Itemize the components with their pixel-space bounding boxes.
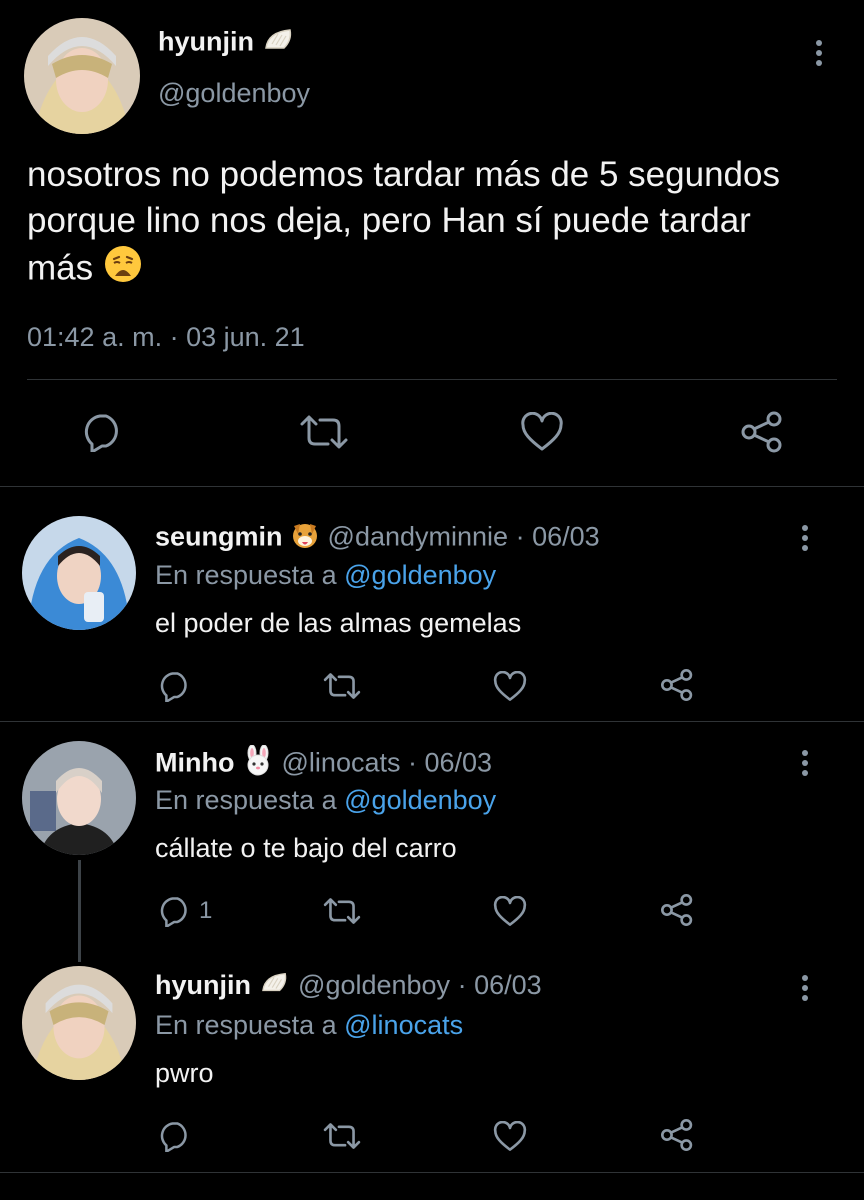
reply-avatar-seungmin[interactable]: [22, 516, 136, 630]
more-options-icon[interactable]: [801, 750, 809, 780]
reply-display-name[interactable]: hyunjin: [155, 970, 251, 1000]
reply-context: En respuesta a @goldenboy: [155, 560, 496, 591]
like-icon[interactable]: [493, 671, 527, 702]
section-divider: [0, 486, 864, 487]
reply-text: pwro: [155, 1058, 214, 1088]
reply-to-mention[interactable]: @goldenboy: [344, 560, 496, 590]
rabbit-face-emoji-icon: [242, 744, 274, 784]
more-options-icon[interactable]: [815, 40, 823, 70]
reply-text: el poder de las almas gemelas: [155, 608, 522, 638]
reply-prefix: En respuesta a: [155, 560, 337, 590]
dumpling-emoji-icon: [262, 26, 296, 61]
main-tweet-text: nosotros no podemos tardar más de 5 segu…: [27, 152, 817, 296]
reply-prefix: En respuesta a: [155, 1010, 337, 1040]
more-options-icon[interactable]: [801, 525, 809, 555]
reply-avatar-hyunjin[interactable]: [22, 966, 136, 1080]
reply-handle[interactable]: @linocats: [282, 748, 401, 778]
like-icon[interactable]: [520, 412, 564, 452]
share-icon[interactable]: [740, 410, 784, 454]
main-handle[interactable]: @goldenboy: [158, 78, 310, 109]
share-icon[interactable]: [660, 1118, 694, 1152]
reply-header: Minho @linocats · 06/03: [155, 744, 492, 784]
reply-context: En respuesta a @linocats: [155, 1010, 463, 1041]
reply-icon[interactable]: [80, 412, 126, 452]
section-divider: [0, 721, 864, 722]
like-icon[interactable]: [493, 896, 527, 927]
reply-date[interactable]: · 06/03: [408, 748, 492, 778]
retweet-icon[interactable]: [322, 897, 362, 925]
reply-date[interactable]: · 06/03: [458, 970, 542, 1000]
reply-icon[interactable]: [157, 670, 193, 702]
main-display-name[interactable]: hyunjin: [158, 26, 296, 61]
retweet-icon[interactable]: [322, 672, 362, 700]
weary-face-emoji-icon: [103, 244, 143, 296]
reply-icon: [157, 895, 193, 927]
reply-header: hyunjin @goldenboy · 06/03: [155, 970, 542, 1003]
reply-button[interactable]: 1: [157, 895, 212, 927]
share-icon[interactable]: [660, 893, 694, 927]
reply-icon[interactable]: [157, 1120, 193, 1152]
display-name-text: hyunjin: [158, 26, 254, 57]
reply-to-mention[interactable]: @linocats: [344, 1010, 463, 1040]
reply-handle[interactable]: @dandyminnie: [328, 522, 509, 552]
reply-display-name[interactable]: Minho: [155, 748, 234, 778]
reply-avatar-minho[interactable]: [22, 741, 136, 855]
reply-date[interactable]: · 06/03: [516, 522, 600, 552]
reply-prefix: En respuesta a: [155, 785, 337, 815]
dumpling-emoji-icon: [259, 970, 291, 1003]
more-options-icon[interactable]: [801, 975, 809, 1005]
retweet-icon[interactable]: [298, 414, 350, 450]
reply-display-name[interactable]: seungmin: [155, 522, 283, 552]
reply-header: seungmin @dandyminnie · 06/03: [155, 520, 600, 557]
reply-context: En respuesta a @goldenboy: [155, 785, 496, 816]
main-timestamp[interactable]: 01:42 a. m. · 03 jun. 21: [27, 322, 305, 353]
retweet-icon[interactable]: [322, 1122, 362, 1150]
main-avatar[interactable]: [24, 18, 140, 134]
share-icon[interactable]: [660, 668, 694, 702]
reply-to-mention[interactable]: @goldenboy: [344, 785, 496, 815]
like-icon[interactable]: [493, 1121, 527, 1152]
section-divider: [0, 1172, 864, 1173]
main-timestamp-divider: [27, 379, 837, 380]
reply-handle[interactable]: @goldenboy: [298, 970, 450, 1000]
thread-connector-line: [78, 860, 81, 962]
reply-count: 1: [199, 897, 213, 924]
reply-text: cállate o te bajo del carro: [155, 833, 457, 863]
dog-face-emoji-icon: [290, 520, 320, 557]
